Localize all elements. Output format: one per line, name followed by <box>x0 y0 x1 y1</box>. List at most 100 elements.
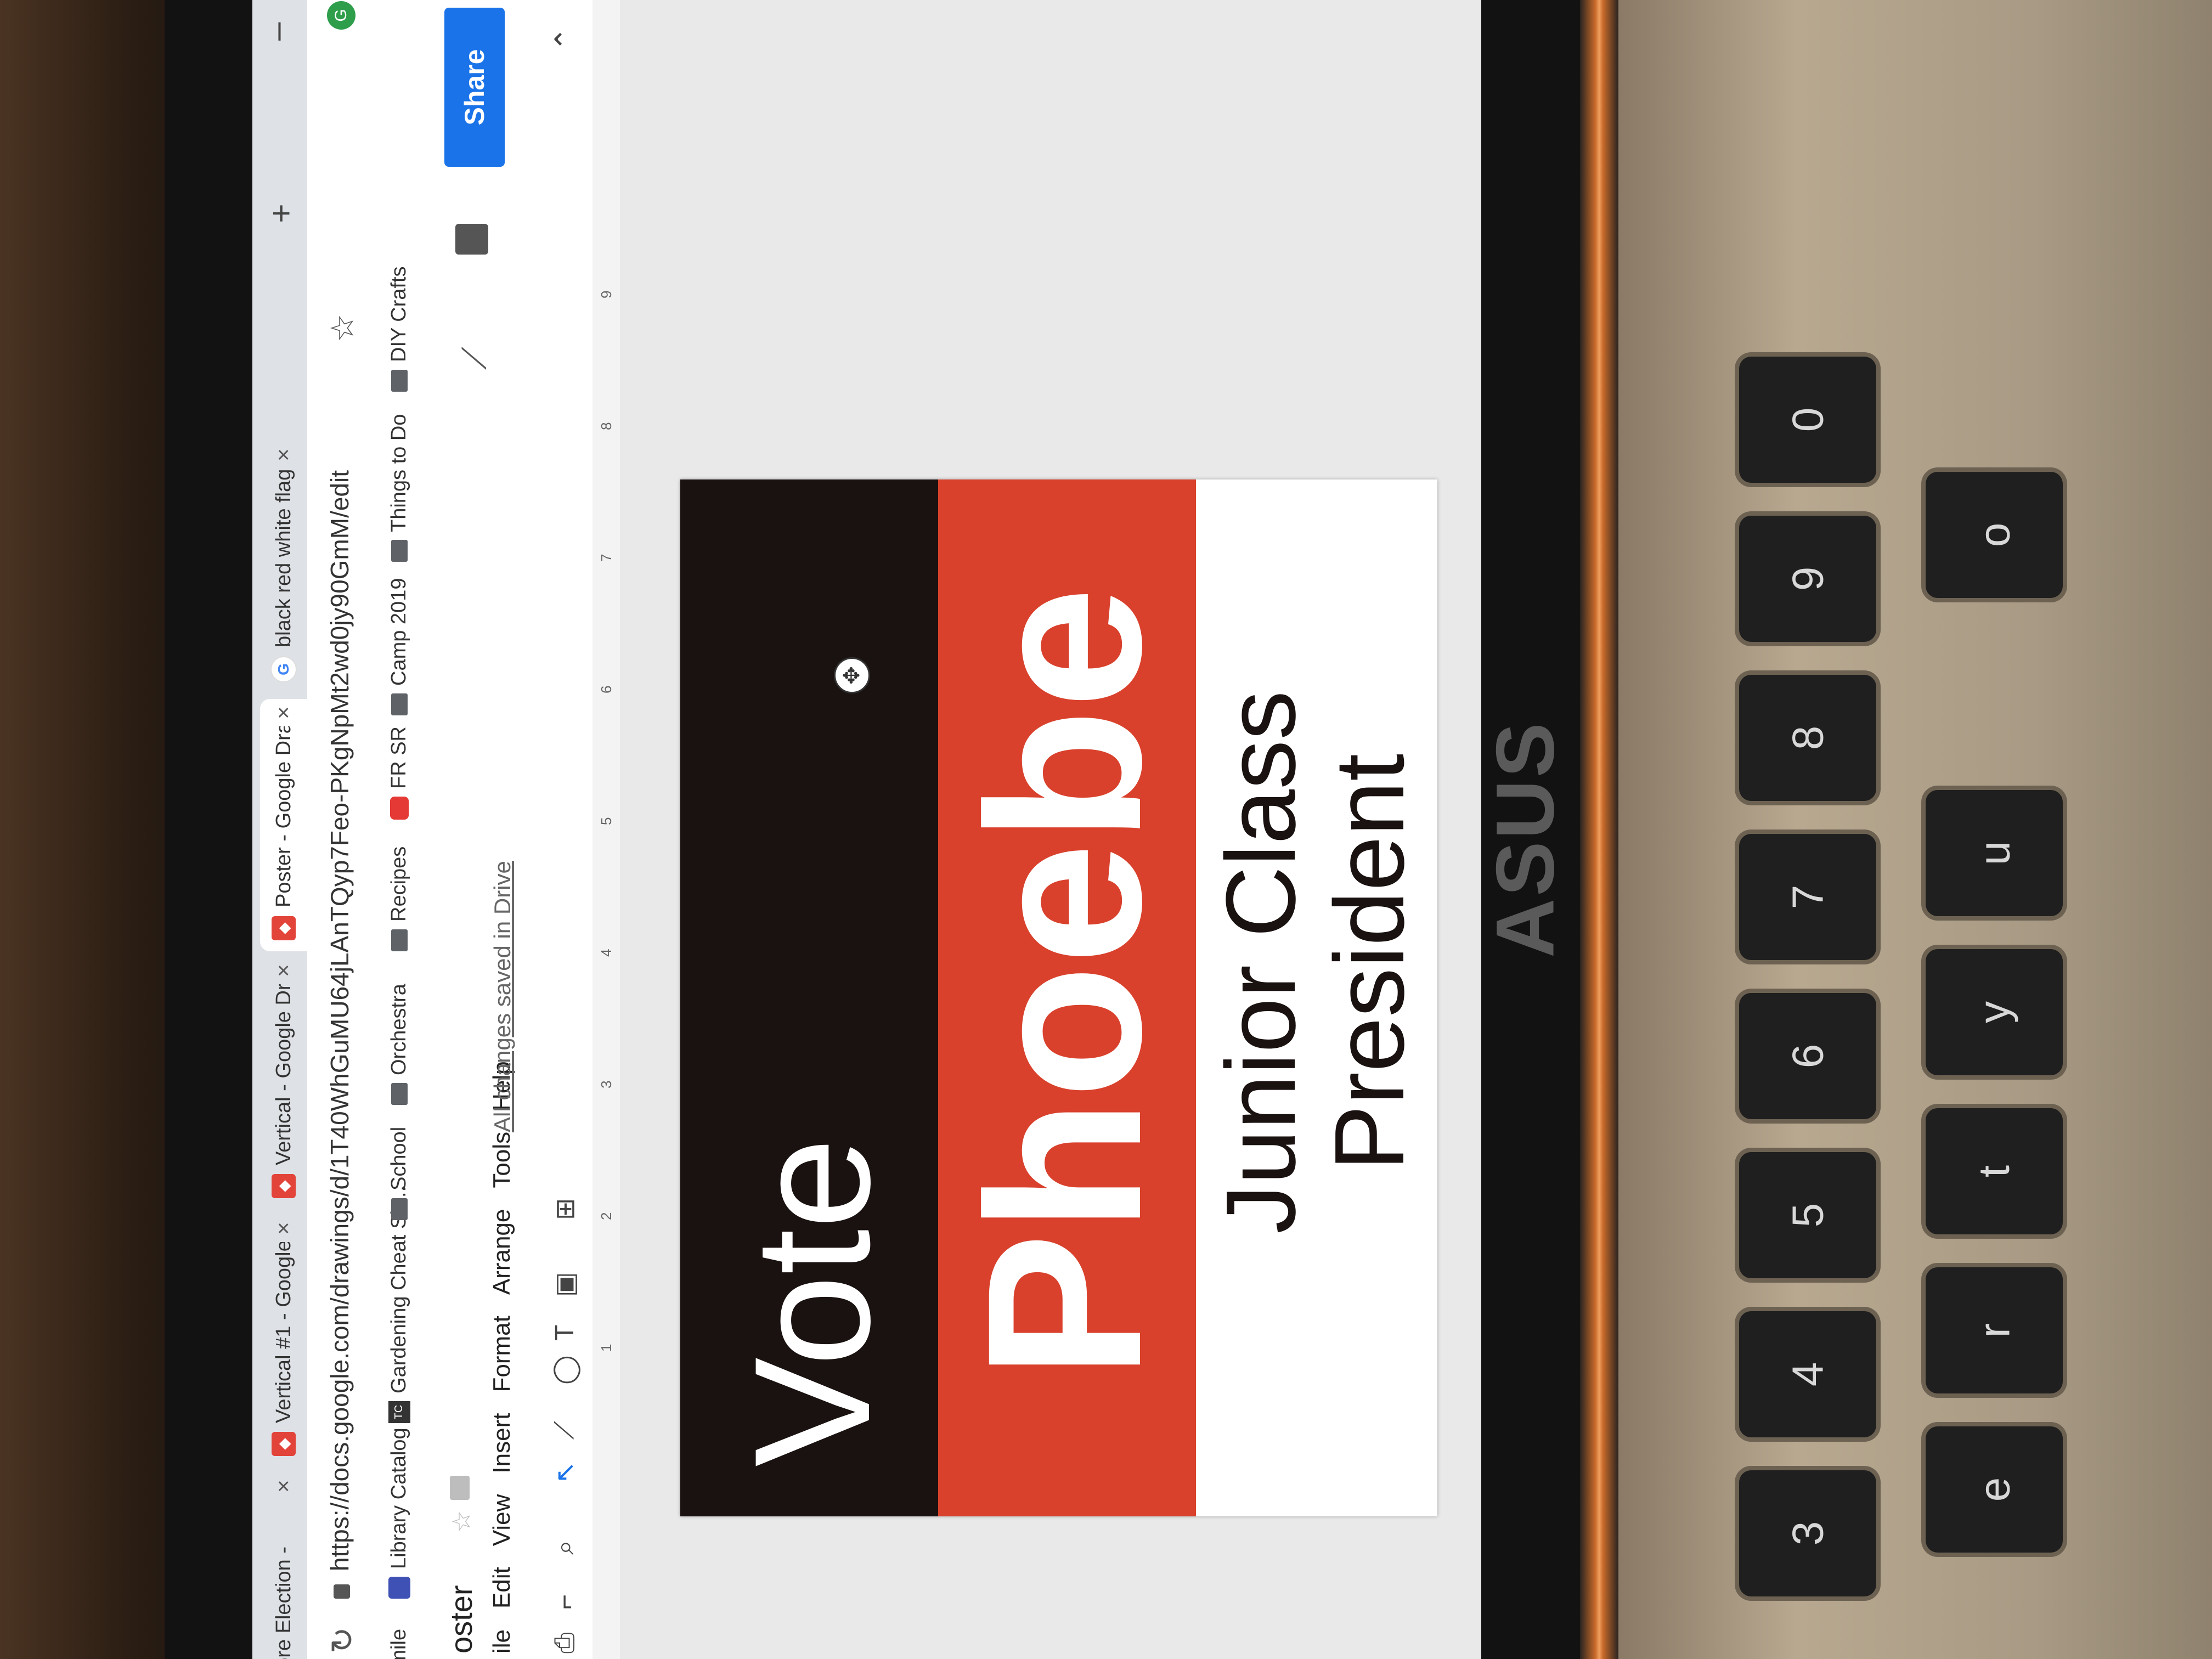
key-u[interactable]: u <box>1926 790 2063 916</box>
bookmark-gardening[interactable]: TC Gardening Cheat Sh... <box>387 1186 411 1423</box>
chevron-up-icon[interactable]: ⌃ <box>549 27 583 52</box>
minimize-button[interactable]: – <box>258 22 296 41</box>
menu-file[interactable]: ile <box>488 1629 516 1654</box>
laptop-screen: ◆ nore Election - × ◆ Vertical #1 - Goog… <box>252 0 1481 1659</box>
key-5[interactable]: 5 <box>1739 1152 1876 1278</box>
horizontal-ruler: 1 2 3 4 5 6 7 8 9 <box>592 0 620 1659</box>
tab-vertical-1[interactable]: ◆ Vertical #1 - Google D × <box>260 1215 307 1467</box>
tab-strip: ◆ nore Election - × ◆ Vertical #1 - Goog… <box>252 0 307 1659</box>
bookmark-things-to-do[interactable]: Things to Do <box>387 414 411 562</box>
ruler-tick: 8 <box>598 422 614 430</box>
youtube-icon <box>390 797 409 820</box>
key-y[interactable]: y <box>1926 949 2063 1075</box>
reload-icon[interactable]: ↻ <box>324 1627 361 1654</box>
ruler-tick: 6 <box>598 685 614 693</box>
extension-icon[interactable]: G <box>327 1 356 30</box>
bookmark-school[interactable]: School <box>387 1127 411 1220</box>
key-3[interactable]: 3 <box>1739 1470 1876 1596</box>
close-icon[interactable]: × <box>272 957 296 984</box>
bookmark-fr-sr[interactable]: FR SR <box>387 726 411 820</box>
url-field[interactable]: https://docs.google.com/drawings/d/1T40W… <box>325 470 354 1571</box>
star-icon[interactable]: ☆ <box>447 1510 476 1533</box>
comment-icon[interactable] <box>455 224 488 255</box>
move-cursor-icon: ✥ <box>834 657 870 693</box>
bookmark-diy-crafts[interactable]: DIY Crafts <box>387 266 411 392</box>
keyboard-deck: 3 4 5 6 7 8 9 0 e r t y u o <box>1618 0 2212 1659</box>
close-icon[interactable]: × <box>272 1472 296 1500</box>
bookmark-orchestra[interactable]: Orchestra <box>387 984 411 1105</box>
key-e[interactable]: e <box>1926 1426 2063 1553</box>
select-arrow-icon[interactable]: ↖ <box>550 1462 580 1483</box>
ruler-tick: 3 <box>598 1080 614 1088</box>
folder-icon <box>391 1198 408 1220</box>
menu-view[interactable]: View <box>488 1494 516 1547</box>
key-6[interactable]: 6 <box>1739 993 1876 1119</box>
tab-vertical[interactable]: ◆ Vertical - Google Draw × <box>260 957 307 1209</box>
close-icon[interactable]: × <box>272 1215 296 1242</box>
paint-format-icon[interactable]: ⌐ <box>550 1594 580 1610</box>
ruler-tick: 7 <box>598 554 614 562</box>
bookmark-smile[interactable]: Smile <box>387 1629 411 1659</box>
bookmark-library-catalog[interactable]: Library Catalog <box>387 1427 411 1599</box>
address-bar: ↻ https://docs.google.com/drawings/d/1T4… <box>307 0 373 1659</box>
folder-icon <box>391 370 408 392</box>
menu-insert[interactable]: Insert <box>488 1413 516 1474</box>
document-title[interactable]: oster <box>443 1585 479 1654</box>
zoom-icon[interactable]: ⌕ <box>550 1540 580 1555</box>
close-icon[interactable]: × <box>272 441 296 469</box>
folder-icon <box>391 540 408 562</box>
key-r[interactable]: r <box>1926 1267 2063 1393</box>
poster-line-vote[interactable]: Vote <box>720 1137 904 1467</box>
line-tool-icon[interactable]: ⟋ <box>550 1421 580 1440</box>
folder-icon <box>391 1083 408 1105</box>
bookmark-star-icon[interactable]: ☆ <box>324 314 361 342</box>
google-drawings-icon: ◆ <box>272 1174 296 1198</box>
google-drawings-icon: ◆ <box>272 1432 296 1456</box>
image-icon[interactable]: ▣ <box>550 1272 580 1297</box>
activity-icon[interactable]: ⟋ <box>455 347 494 370</box>
poster-line-name[interactable]: Phoebe <box>941 586 1187 1379</box>
menu-format[interactable]: Format <box>488 1316 516 1392</box>
save-status[interactable]: All changes saved in Drive <box>489 861 516 1132</box>
bookmark-recipes[interactable]: Recipes <box>387 847 411 951</box>
tab-flag-search[interactable]: G black red white flag - G × <box>260 441 307 693</box>
shape-tool-icon[interactable]: ◯ <box>550 1355 580 1385</box>
ruler-tick: 9 <box>598 290 614 298</box>
ruler-tick: 2 <box>598 1212 614 1220</box>
tab-poster[interactable]: ◆ Poster - Google Drawi × <box>260 699 307 951</box>
insert-plus-icon[interactable]: ⊞ <box>550 1198 580 1220</box>
drawing-toolbar: ⎙ ⌐ ⌕ ↖ ⟋ ◯ T ▣ ⊞ ⌃ <box>538 0 594 1659</box>
menu-bar: ile Edit View Insert Format Arrange Tool… <box>488 1040 516 1654</box>
key-9[interactable]: 9 <box>1739 516 1876 642</box>
key-4[interactable]: 4 <box>1739 1311 1876 1437</box>
ruler-tick: 1 <box>598 1344 614 1352</box>
menu-arrange[interactable]: Arrange <box>488 1209 516 1295</box>
poster-line-office[interactable]: Junior Class President <box>1206 606 1425 1319</box>
drawing-canvas[interactable]: Vote Phoebe Junior Class President ✥ <box>620 0 1481 1659</box>
menu-tools[interactable]: Tools <box>488 1132 516 1188</box>
ruler-tick: 4 <box>598 949 614 957</box>
ruler-tick: 5 <box>598 817 614 825</box>
text-box-icon[interactable]: T <box>550 1325 580 1341</box>
key-8[interactable]: 8 <box>1739 675 1876 801</box>
app-header: oster ☆ ile Edit View Insert Format Arra… <box>428 0 538 1659</box>
laptop-hinge <box>1580 0 1618 1659</box>
new-tab-button[interactable]: + <box>262 194 300 233</box>
bookmark-camp-2019[interactable]: Camp 2019 <box>387 578 411 715</box>
key-t[interactable]: t <box>1926 1108 2063 1234</box>
print-icon[interactable]: ⎙ <box>550 1633 580 1654</box>
brand-logo: ASUS <box>1479 720 1571 958</box>
share-button[interactable]: Share <box>444 8 505 167</box>
folder-icon <box>391 929 408 951</box>
poster-drawing[interactable]: Vote Phoebe Junior Class President ✥ <box>680 479 1437 1516</box>
lock-icon <box>334 1584 350 1599</box>
key-7[interactable]: 7 <box>1739 834 1876 960</box>
tab-election[interactable]: ◆ nore Election - × <box>260 1472 307 1659</box>
key-o[interactable]: o <box>1926 472 2063 598</box>
menu-edit[interactable]: Edit <box>488 1567 516 1609</box>
tc-icon: TC <box>388 1401 410 1423</box>
close-icon[interactable]: × <box>272 699 296 726</box>
bookmarks-bar: Smile Library Catalog TC Gardening Cheat… <box>373 0 429 1659</box>
key-0[interactable]: 0 <box>1739 357 1876 483</box>
move-to-folder-icon[interactable] <box>450 1476 470 1500</box>
